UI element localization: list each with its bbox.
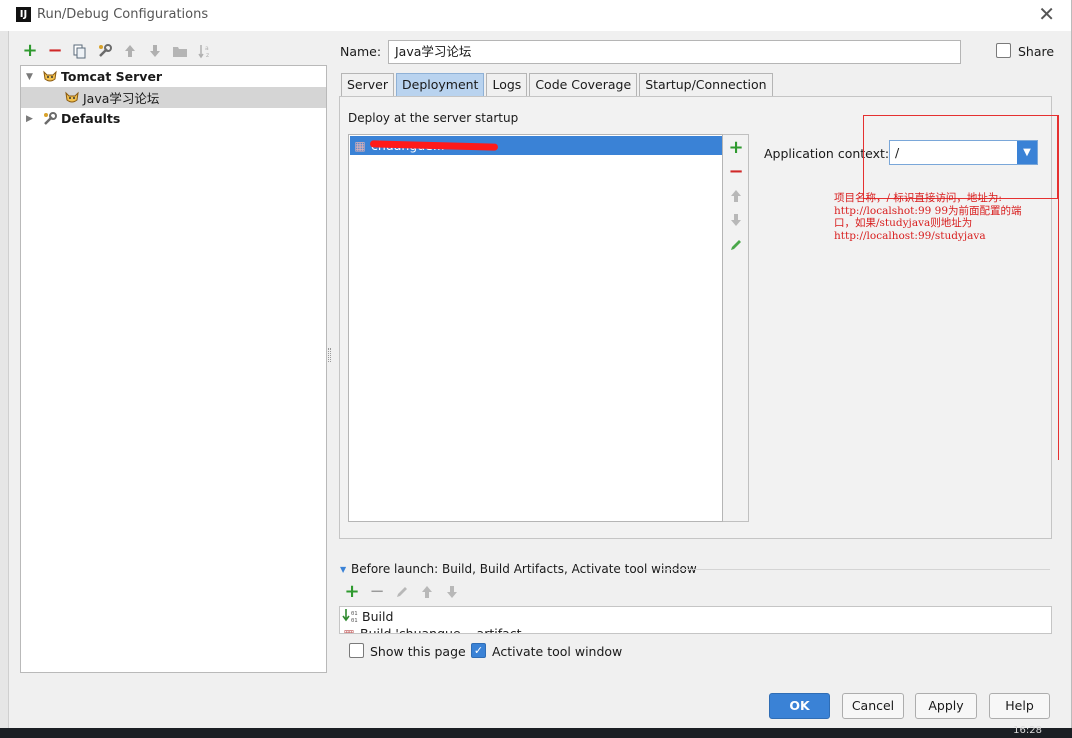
background-window-edge [0,31,9,728]
annotation-highlight-box [863,115,1058,199]
config-tree: ▼ Tomcat Server Java学习论坛 ▶ Defaults [20,65,327,673]
title-bar: IJ Run/Debug Configurations ✕ [0,0,1071,31]
close-icon[interactable]: ✕ [1038,3,1055,25]
tomcat-icon [42,69,58,85]
move-up-icon[interactable] [122,43,138,59]
remove-icon[interactable]: − [47,42,63,60]
cancel-button[interactable]: Cancel [842,693,904,719]
annotation-highlight-line [1058,115,1059,460]
edit-pencil-icon[interactable] [394,584,410,600]
artifact-icon: ▦ [343,626,355,634]
apply-button[interactable]: Apply [915,693,977,719]
taskbar: 16:28 [0,725,1072,738]
activate-tool-window-checkbox[interactable]: ✓ [471,643,486,658]
expanded-arrow-icon[interactable]: ▼ [340,565,346,574]
tree-item-label: Defaults [61,111,121,126]
list-item[interactable]: ▦ Build 'chuangue... artifact [342,626,522,634]
before-launch-list: 01 01 Build ▦ Build 'chuangue... artifact [339,606,1052,634]
ok-button[interactable]: OK [769,693,830,719]
edit-pencil-icon[interactable] [723,238,749,256]
move-up-icon[interactable] [419,584,435,600]
tree-item-java-forum[interactable]: Java学习论坛 [21,87,326,108]
activate-tool-window-label: Activate tool window [492,644,623,659]
artifact-side-toolbar: + − [723,134,749,522]
expanded-arrow-icon[interactable]: ▼ [26,72,36,82]
tab-deployment[interactable]: Deployment [396,73,485,97]
tree-item-label: Tomcat Server [61,69,163,84]
artifact-list[interactable]: ▦ chuangue... [348,134,723,522]
share-label: Share [1018,44,1055,59]
intellij-icon: IJ [16,7,31,22]
before-launch-label[interactable]: Before launch: Build, Build Artifacts, A… [351,562,697,576]
before-launch-toolbar: + − [344,583,460,601]
name-label: Name: [340,44,382,59]
annotation-line: 项目名称，/ 标识直接访问，地址为: [834,192,1002,204]
name-input[interactable]: Java学习论坛 [388,40,961,64]
folder-icon[interactable] [172,43,188,59]
move-down-icon[interactable] [147,43,163,59]
annotation-line: http://localshot:99 99为前面配置的端 [834,204,1022,217]
remove-artifact-icon[interactable]: − [723,161,749,182]
share-checkbox[interactable] [996,43,1011,58]
config-toolbar: + − az [22,40,213,62]
tab-logs[interactable]: Logs [486,73,528,97]
task-label: Build 'chuangue... artifact [360,626,522,634]
annotation-line: 口，如果/studyjava则地址为 [834,217,973,229]
edit-defaults-icon[interactable] [97,43,113,59]
tree-item-tomcat-server[interactable]: ▼ Tomcat Server [21,66,326,87]
copy-icon[interactable] [72,43,88,59]
tree-item-defaults[interactable]: ▶ Defaults [21,108,326,129]
divider [662,569,1050,570]
tab-startup-connection[interactable]: Startup/Connection [639,73,773,97]
list-item[interactable]: ▦ chuangue... [350,136,722,155]
svg-text:a: a [205,45,209,52]
help-button[interactable]: Help [989,693,1050,719]
splitter-handle[interactable] [328,348,331,362]
tree-item-label: Java学习论坛 [83,91,160,106]
move-down-icon[interactable] [723,213,749,231]
artifact-icon: ▦ [354,138,366,153]
svg-text:01: 01 [351,611,358,617]
annotation-note: 项目名称，/ 标识直接访问，地址为: http://localshot:99 9… [834,192,1062,242]
add-artifact-icon[interactable]: + [723,137,749,158]
taskbar-clock: 16:28 [1013,725,1042,736]
task-label: Build [362,609,394,624]
list-item[interactable]: 01 01 Build [342,608,393,625]
svg-text:z: z [206,52,209,59]
move-down-icon[interactable] [444,584,460,600]
collapsed-arrow-icon[interactable]: ▶ [26,114,36,124]
tab-code-coverage[interactable]: Code Coverage [529,73,638,97]
remove-task-icon[interactable]: − [369,583,385,601]
move-up-icon[interactable] [723,189,749,207]
annotation-line: http://localhost:99/studyjava [834,229,986,242]
svg-text:01: 01 [351,618,358,624]
add-icon[interactable]: + [22,42,38,60]
build-icon: 01 01 [342,608,360,626]
deploy-section-title: Deploy at the server startup [348,111,519,125]
run-debug-dialog: IJ Run/Debug Configurations ✕ + − az ▼ T… [0,0,1072,728]
show-this-page-checkbox[interactable] [349,643,364,658]
sort-icon[interactable]: az [197,43,213,59]
window-title: Run/Debug Configurations [37,7,209,22]
defaults-wrench-icon [42,111,58,127]
tomcat-icon [64,90,80,106]
show-this-page-label: Show this page [370,644,466,659]
add-task-icon[interactable]: + [344,583,360,601]
tab-strip: Server Deployment Logs Code Coverage Sta… [341,73,775,97]
tab-server[interactable]: Server [341,73,394,97]
